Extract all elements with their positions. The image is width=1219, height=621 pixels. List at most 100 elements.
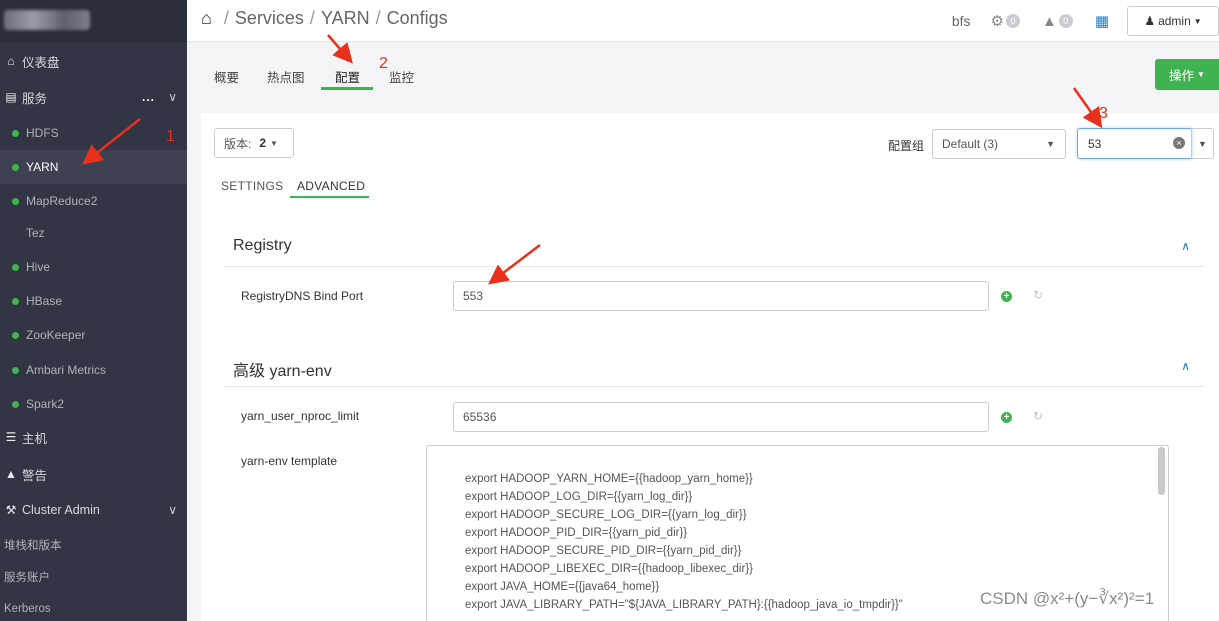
active-subtab-indicator <box>290 196 369 198</box>
bell-icon: ▲ <box>5 467 17 481</box>
annotation-number-2: 2 <box>379 55 388 72</box>
sidebar-item-kerberos[interactable]: Kerberos <box>0 592 187 621</box>
filter-dropdown-button[interactable]: ▼ <box>1191 128 1214 159</box>
status-ok-icon <box>12 400 19 408</box>
ops-count-badge: 0 <box>1005 14 1020 28</box>
sidebar-item-hdfs[interactable]: HDFS <box>0 116 187 150</box>
sidebar-item-services[interactable]: ▤ 服务 ... ∨ <box>0 80 187 114</box>
more-icon[interactable]: ... <box>142 90 155 104</box>
sidebar-item-tez[interactable]: Tez <box>0 216 187 250</box>
caret-down-icon: ▼ <box>1046 139 1055 149</box>
sidebar-item-cluster-admin[interactable]: ⚒ Cluster Admin ∨ <box>0 493 187 527</box>
service-tabs: 概要 热点图 配置 监控 操作 ▼ <box>187 43 1219 113</box>
chevron-up-icon[interactable]: ∧ <box>1181 239 1190 253</box>
status-ok-icon <box>12 263 19 271</box>
subtab-advanced[interactable]: ADVANCED <box>297 179 365 193</box>
chevron-down-icon[interactable]: ∨ <box>168 90 177 104</box>
clear-icon[interactable]: × <box>1173 137 1185 149</box>
status-ok-icon <box>12 129 19 137</box>
status-ok-icon <box>12 331 19 339</box>
textarea-scrollbar[interactable] <box>1158 447 1165 495</box>
caret-down-icon: ▼ <box>1197 70 1205 79</box>
breadcrumb-yarn[interactable]: YARN <box>321 8 370 29</box>
tab-summary[interactable]: 概要 <box>214 67 239 86</box>
property-label: RegistryDNS Bind Port <box>241 289 364 303</box>
status-ok-icon <box>12 163 19 171</box>
annotation-number-1: 1 <box>166 128 175 145</box>
watermark: CSDN @x²+(y−∛x²)²=1 <box>980 589 1155 608</box>
tab-metrics[interactable]: 监控 <box>389 67 414 86</box>
home-icon[interactable]: ⌂ <box>201 8 212 29</box>
tab-configs[interactable]: 配置 <box>335 67 360 86</box>
wrench-icon: ⚒ <box>5 503 17 517</box>
sidebar-item-mapreduce2[interactable]: MapReduce2 <box>0 184 187 218</box>
add-override-icon[interactable]: + <box>1001 291 1012 302</box>
undo-icon[interactable]: ↻ <box>1033 409 1043 423</box>
caret-down-icon: ▼ <box>1193 16 1202 26</box>
version-dropdown[interactable]: 版本: 2 ▼ <box>214 128 294 158</box>
sidebar-item-hive[interactable]: Hive <box>0 250 187 284</box>
breadcrumb-configs: Configs <box>386 8 448 28</box>
template-line: export HADOOP_YARN_HOME={{hadoop_yarn_ho… <box>465 473 753 485</box>
grid-icon[interactable]: ▦ <box>1095 12 1109 30</box>
background-ops[interactable]: ⚙ 0 <box>991 12 1020 30</box>
sidebar-item-ambari-metrics[interactable]: Ambari Metrics <box>0 353 187 387</box>
sidebar-item-alerts[interactable]: ▲ 警告 <box>0 457 187 491</box>
sidebar-item-spark2[interactable]: Spark2 <box>0 387 187 421</box>
section-title: Registry <box>233 237 292 254</box>
status-ok-icon <box>12 197 19 205</box>
status-ok-icon <box>12 366 19 374</box>
gear-icon: ⚙ <box>990 13 1004 30</box>
template-line: export HADOOP_SECURE_PID_DIR={{yarn_pid_… <box>465 545 742 557</box>
cluster-name[interactable]: bfs <box>952 13 971 29</box>
briefcase-icon: ▤ <box>5 90 17 104</box>
top-right-controls: bfs ⚙ 0 ▲ 0 ▦ ♟ admin ▼ <box>952 0 1219 42</box>
subtab-settings[interactable]: SETTINGS <box>221 179 283 193</box>
caret-down-icon: ▼ <box>1198 138 1207 149</box>
config-filter-input[interactable]: 53 × <box>1077 128 1192 159</box>
template-line: export HADOOP_LIBEXEC_DIR={{hadoop_libex… <box>465 563 753 575</box>
add-override-icon[interactable]: + <box>1001 412 1012 423</box>
server-icon: ☰ <box>5 430 17 444</box>
config-group-select[interactable]: Default (3) ▼ <box>932 129 1066 159</box>
sidebar-item-dashboard[interactable]: ⌂ 仪表盘 <box>0 44 187 78</box>
section-registry-header[interactable]: Registry ∧ <box>224 227 1204 267</box>
top-bar: ⌂ / Services / YARN / Configs bfs ⚙ 0 ▲ … <box>187 0 1219 42</box>
yarn-user-nproc-limit-input[interactable]: 65536 <box>453 402 989 432</box>
user-icon: ♟ <box>1144 14 1156 28</box>
actions-button[interactable]: 操作 ▼ <box>1155 59 1219 90</box>
alerts[interactable]: ▲ 0 <box>1042 13 1073 30</box>
undo-icon[interactable]: ↻ <box>1033 288 1043 302</box>
chevron-up-icon[interactable]: ∧ <box>1181 359 1190 373</box>
alerts-count-badge: 0 <box>1058 14 1073 28</box>
property-label: yarn-env template <box>241 454 338 468</box>
status-ok-icon <box>12 297 19 305</box>
tab-heatmaps[interactable]: 热点图 <box>267 67 305 86</box>
logo-image <box>4 10 90 30</box>
user-menu-button[interactable]: ♟ admin ▼ <box>1127 6 1219 36</box>
home-icon: ⌂ <box>7 54 15 68</box>
chevron-down-icon[interactable]: ∨ <box>168 503 177 517</box>
section-yarn-env-header[interactable]: 高级 yarn-env ∧ <box>224 347 1204 387</box>
breadcrumb: ⌂ / Services / YARN / Configs <box>201 8 448 29</box>
annotation-number-3: 3 <box>1099 105 1108 122</box>
config-panel: 版本: 2 ▼ 配置组 Default (3) ▼ 53 × ▼ SETTING… <box>201 113 1219 621</box>
breadcrumb-services[interactable]: Services <box>235 8 304 29</box>
registrydns-bind-port-input[interactable]: 553 <box>453 281 989 311</box>
sidebar-item-yarn[interactable]: YARN <box>0 150 187 184</box>
caret-down-icon: ▼ <box>270 138 278 148</box>
sidebar-item-hbase[interactable]: HBase <box>0 284 187 318</box>
sidebar: ⌂ 仪表盘 ▤ 服务 ... ∨ HDFS YARN MapReduce2 Te… <box>0 0 187 621</box>
logo[interactable] <box>0 0 187 42</box>
property-label: yarn_user_nproc_limit <box>241 409 360 423</box>
bell-icon: ▲ <box>1041 12 1057 30</box>
active-tab-indicator <box>321 87 373 90</box>
sidebar-item-zookeeper[interactable]: ZooKeeper <box>0 318 187 352</box>
template-line: export HADOOP_SECURE_LOG_DIR={{yarn_log_… <box>465 509 747 521</box>
sidebar-item-hosts[interactable]: ☰ 主机 <box>0 420 187 454</box>
template-line: export HADOOP_PID_DIR={{yarn_pid_dir}} <box>465 527 688 539</box>
sidebar-item-stack-versions[interactable]: 堆栈和版本 <box>0 528 187 562</box>
template-line: export HADOOP_LOG_DIR={{yarn_log_dir}} <box>465 491 693 503</box>
sidebar-item-service-accounts[interactable]: 服务账户 <box>0 560 187 594</box>
config-group-label: 配置组 <box>888 139 925 153</box>
